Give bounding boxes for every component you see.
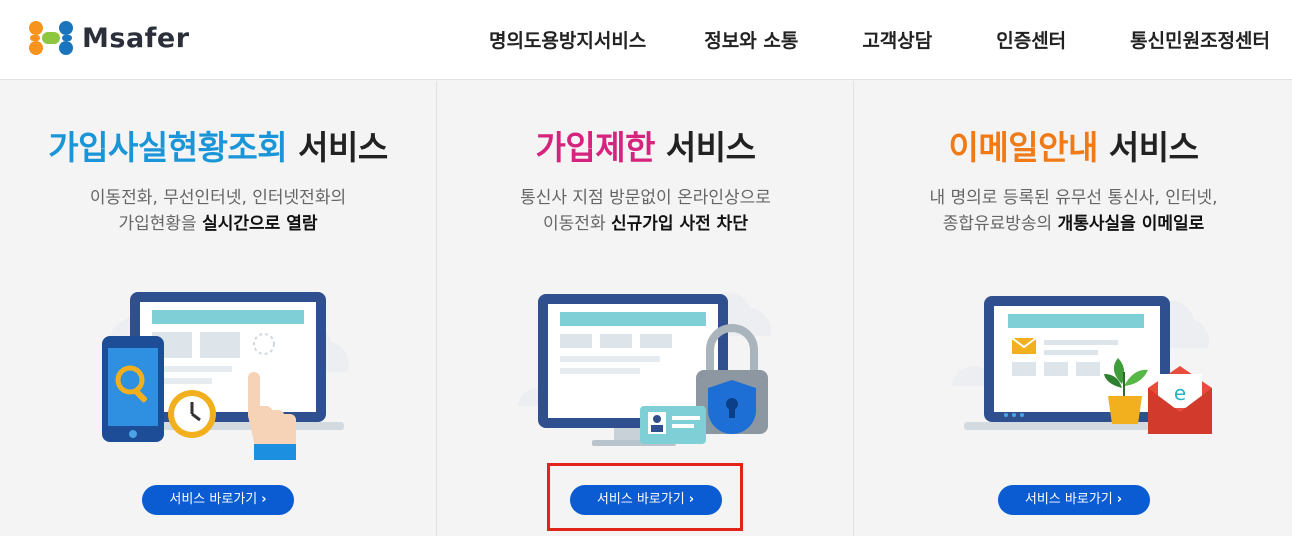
msafer-logo-icon (29, 21, 73, 55)
panel-desc-line1: 내 명의로 등록된 유무선 통신사, 인터넷, (929, 188, 1218, 208)
panel-desc-highlight: 실시간으로 열람 (202, 214, 318, 234)
panel-desc-line2: 종합유료방송의 (942, 214, 1058, 234)
panel-desc-line2: 이동전화 (543, 214, 611, 234)
logo[interactable]: Msafer (22, 10, 222, 66)
service-panel-email-notification: 이메일안내 서비스 내 명의로 등록된 유무선 통신사, 인터넷, 종합유료방송… (855, 81, 1292, 536)
panel-title-rest: 서비스 (654, 128, 756, 167)
phone-search-clock-monitor-illustration (102, 292, 349, 460)
panel-description: 이동전화, 무선인터넷, 인터넷전화의 가입현황을 실시간으로 열람 (0, 185, 436, 237)
chevron-right-icon: › (261, 492, 267, 507)
panel-title-accent: 이메일안내 (948, 128, 1099, 167)
service-link-button[interactable]: 서비스 바로가기 › (997, 485, 1150, 515)
nav-item-customer-support[interactable]: 고객상담 (862, 26, 932, 53)
panel-title: 가입사실현황조회 서비스 (0, 121, 436, 169)
panel-desc-line1: 이동전화, 무선인터넷, 인터넷전화의 (89, 188, 347, 208)
main-nav: 명의도용방지서비스 정보와 소통 고객상담 인증센터 통신민원조정센터 (489, 26, 1270, 53)
service-link-button[interactable]: 서비스 바로가기 › (142, 485, 294, 515)
panel-desc-line2: 가입현황을 (118, 214, 203, 234)
panel-title-rest: 서비스 (287, 128, 388, 167)
highlight-box (547, 463, 743, 531)
panel-description: 내 명의로 등록된 유무선 통신사, 인터넷, 종합유료방송의 개통사실을 이메… (855, 185, 1292, 237)
panel-title: 가입제한 서비스 (438, 121, 853, 169)
panel-title-accent: 가입제한 (535, 128, 655, 167)
panel-description: 통신사 지점 방문없이 온라인상으로 이동전화 신규가입 사전 차단 (438, 185, 853, 237)
button-label: 서비스 바로가기 (169, 492, 258, 507)
button-label: 서비스 바로가기 (1024, 492, 1113, 507)
nav-item-dispute-mediation-center[interactable]: 통신민원조정센터 (1130, 26, 1270, 53)
nav-item-info-communication[interactable]: 정보와 소통 (704, 26, 798, 53)
site-header: Msafer 명의도용방지서비스 정보와 소통 고객상담 인증센터 통신민원조정… (0, 0, 1292, 80)
panel-title: 이메일안내 서비스 (855, 121, 1292, 169)
panel-desc-highlight: 개통사실을 이메일로 (1057, 214, 1205, 234)
panel-title-accent: 가입사실현황조회 (48, 128, 288, 167)
nav-item-identity-theft-prevention[interactable]: 명의도용방지서비스 (489, 26, 646, 53)
nav-item-certification-center[interactable]: 인증센터 (996, 26, 1066, 53)
panel-title-rest: 서비스 (1097, 128, 1199, 167)
panel-desc-highlight: 신규가입 사전 차단 (611, 214, 748, 234)
brand-name: Msafer (82, 22, 190, 54)
monitor-lock-id-illustration (517, 292, 771, 446)
svg-text:e: e (1173, 381, 1185, 405)
service-panel-subscription-status: 가입사실현황조회 서비스 이동전화, 무선인터넷, 인터넷전화의 가입현황을 실… (0, 81, 437, 536)
chevron-right-icon: › (1116, 492, 1123, 507)
monitor-mail-plant-illustration: e (951, 296, 1212, 434)
panel-desc-line1: 통신사 지점 방문없이 온라인상으로 (520, 188, 771, 208)
